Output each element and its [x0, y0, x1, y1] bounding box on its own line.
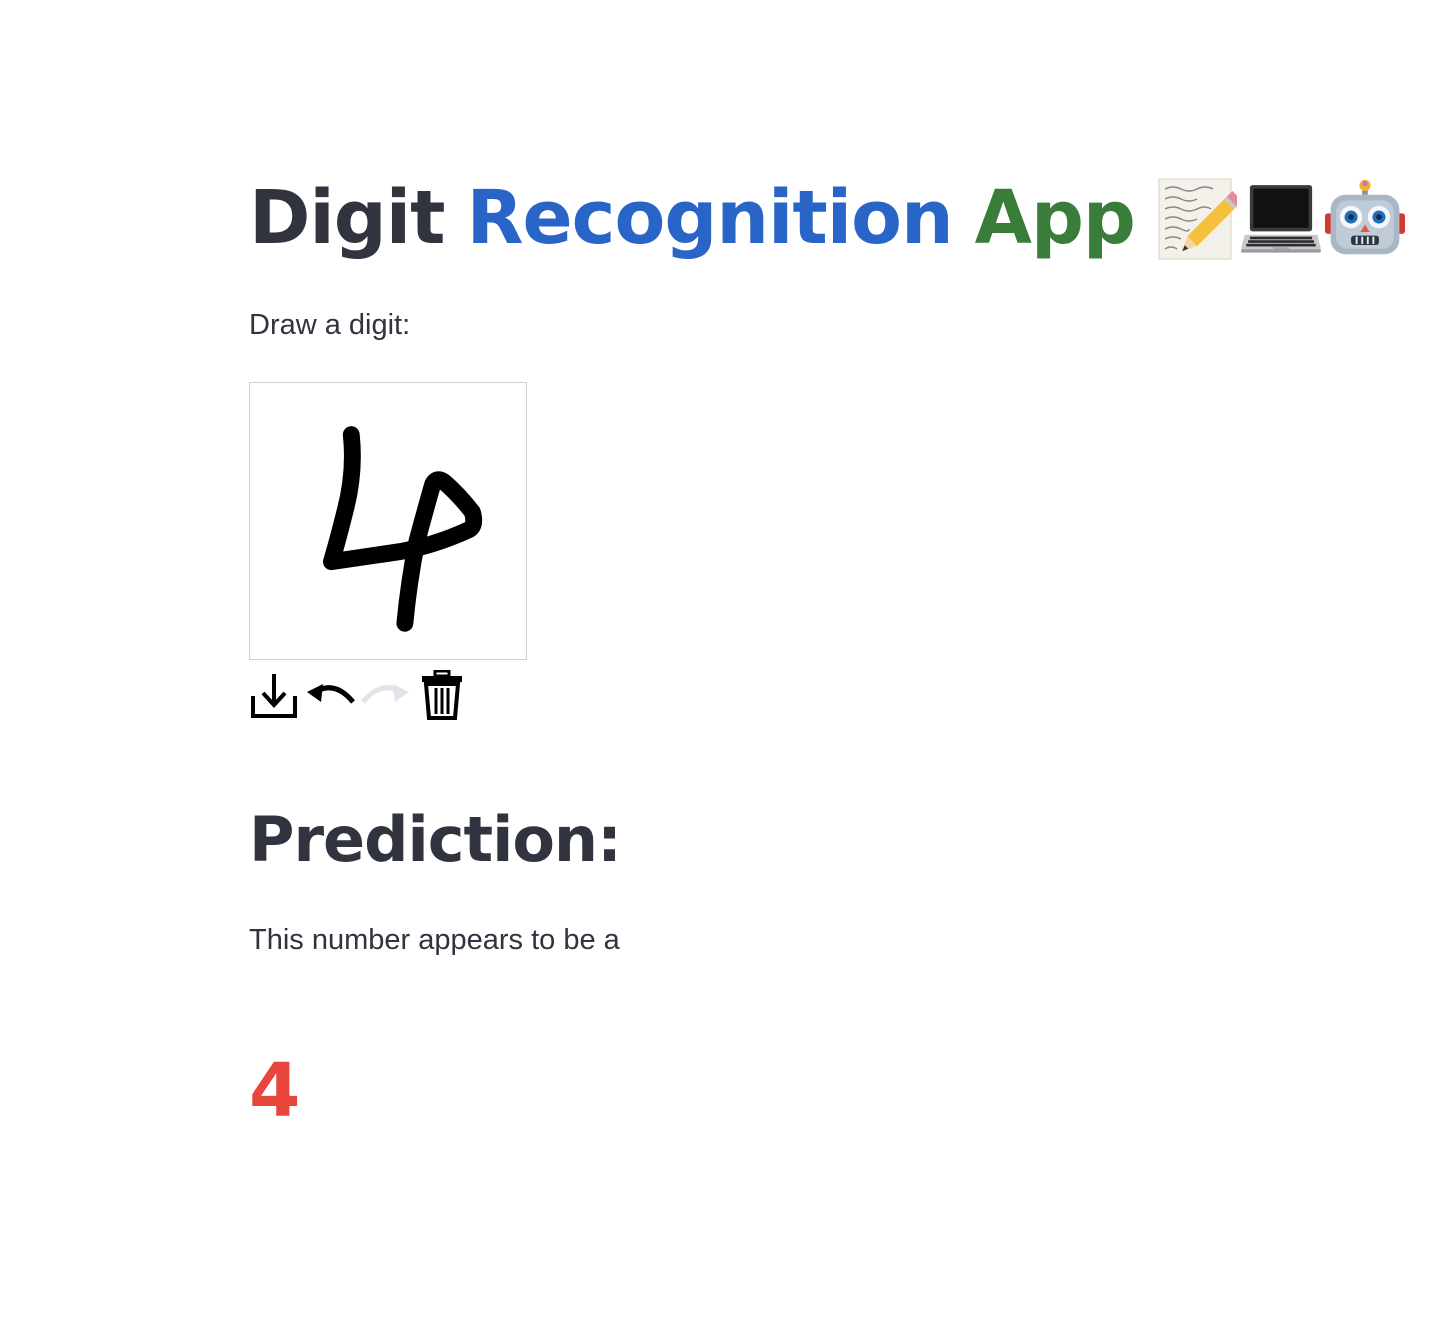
- clear-canvas-button[interactable]: [417, 670, 467, 720]
- title-word-digit: Digit: [249, 175, 446, 261]
- title-word-recognition: Recognition: [466, 175, 954, 261]
- prediction-value: 4: [249, 1048, 301, 1134]
- draw-label: Draw a digit:: [249, 309, 411, 341]
- robot-icon: [1324, 175, 1405, 261]
- canvas-toolbar: [249, 670, 473, 720]
- prediction-text: This number appears to be a: [249, 924, 620, 956]
- drawing-canvas[interactable]: [249, 382, 527, 660]
- download-icon: [251, 674, 297, 718]
- undo-button[interactable]: [305, 670, 355, 720]
- download-button[interactable]: [249, 670, 299, 720]
- undo-icon: [307, 684, 355, 704]
- redo-button[interactable]: [361, 670, 411, 720]
- prediction-heading: Prediction:: [249, 803, 622, 876]
- memo-icon: [1157, 175, 1237, 261]
- trash-icon: [422, 670, 462, 720]
- title-word-app: App: [974, 175, 1136, 261]
- redo-icon: [361, 684, 409, 704]
- drawn-digit-stroke: [322, 426, 483, 632]
- page-title: Digit Recognition App: [249, 168, 1409, 268]
- laptop-icon: [1240, 175, 1321, 261]
